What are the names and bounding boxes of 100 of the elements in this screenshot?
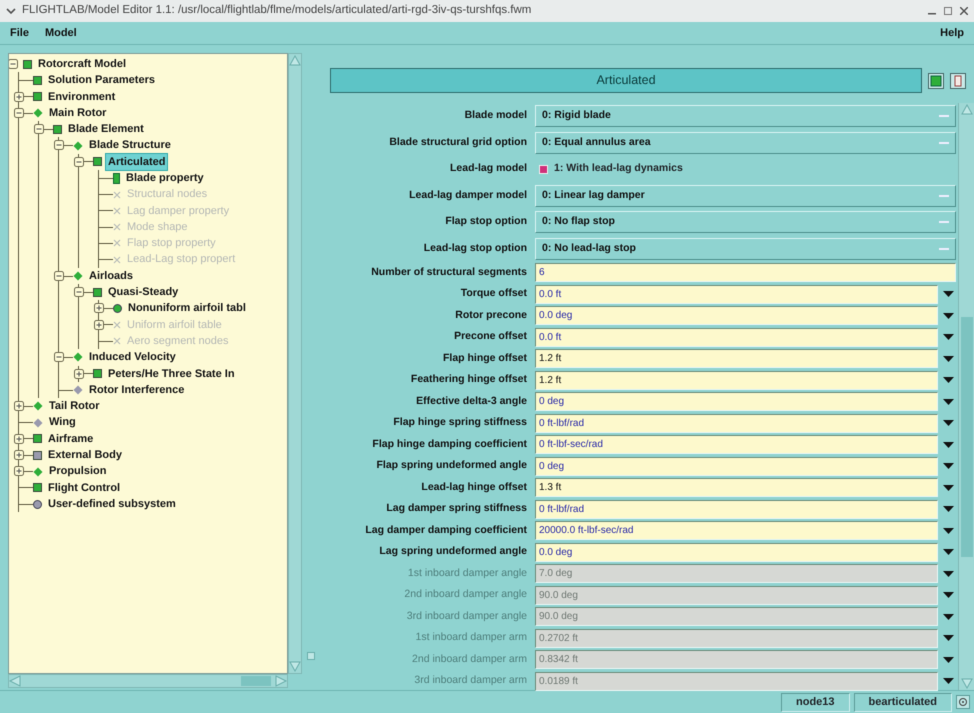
input-field[interactable]: 20000.0 ft-lbf-sec/rad <box>535 521 938 540</box>
expand-icon[interactable] <box>74 368 84 379</box>
document-icon[interactable] <box>950 72 966 88</box>
collapse-icon[interactable] <box>14 108 24 118</box>
input-field[interactable]: 0.0 ft <box>535 328 938 347</box>
tree-item[interactable]: Airframe <box>46 430 96 448</box>
dropdown-arrow-icon[interactable] <box>942 614 954 620</box>
input-field[interactable]: 0.0 deg <box>535 542 938 562</box>
option-label: 1: With lead-lag dynamics <box>554 161 683 176</box>
collapse-icon[interactable] <box>74 287 84 298</box>
field-label: Torque offset <box>460 286 528 302</box>
dropdown-arrow-icon[interactable] <box>942 442 954 448</box>
dropdown-arrow-icon[interactable] <box>942 635 954 642</box>
field-label: 2nd inboard damper arm <box>411 652 528 667</box>
scroll-thumb[interactable] <box>960 316 972 556</box>
tree-item[interactable]: Blade Element <box>66 121 146 138</box>
maximize-icon[interactable] <box>944 7 952 15</box>
expand-icon[interactable] <box>14 434 24 444</box>
dropdown-arrow-icon[interactable] <box>942 356 954 362</box>
tree-item[interactable]: Propulsion <box>47 463 108 480</box>
expand-icon[interactable] <box>14 450 24 460</box>
input-field[interactable]: 0 ft-lbf/rad <box>535 414 938 433</box>
scroll-thumb[interactable] <box>241 676 271 686</box>
window-title: FLIGHTLAB/Model Editor 1.1: /usr/local/flightlab/flme/models/articulated/arti-rgd-3iv-qs-turshfqs.fwm <box>22 3 532 18</box>
menu-item[interactable]: Model <box>44 24 77 42</box>
dropdown-arrow-icon[interactable] <box>942 592 954 598</box>
tree-item[interactable]: Quasi-Steady <box>106 284 180 301</box>
dropdown[interactable]: 0: Linear lag damper <box>535 184 956 207</box>
collapse-icon[interactable] <box>34 124 44 134</box>
dropdown[interactable]: 0: Equal annulus area <box>535 132 956 154</box>
tree-item[interactable]: Rotorcraft Model <box>36 56 128 72</box>
tree-item[interactable]: Articulated <box>106 154 168 170</box>
dropdown-arrow-icon[interactable] <box>942 528 954 534</box>
dropdown-arrow-icon[interactable] <box>942 506 954 512</box>
tree-item[interactable]: Tail Rotor <box>47 398 102 415</box>
horizontal-scrollbar[interactable] <box>8 674 288 688</box>
dropdown-arrow-icon[interactable] <box>942 549 954 556</box>
dropdown-arrow-icon[interactable] <box>942 377 954 384</box>
collapse-icon[interactable] <box>54 140 64 150</box>
tree-item[interactable]: Nonuniform airfoil tabl <box>126 300 248 317</box>
dropdown-arrow-icon[interactable] <box>942 463 954 470</box>
collapse-icon[interactable] <box>9 59 18 69</box>
resize-grip-icon[interactable] <box>956 695 970 709</box>
collapse-icon[interactable] <box>74 156 84 167</box>
tree-item[interactable]: Main Rotor <box>47 104 108 122</box>
tree-item[interactable]: Induced Velocity <box>87 349 178 366</box>
node-status-icon[interactable] <box>928 72 944 88</box>
dropdown-arrow-icon[interactable] <box>942 484 954 491</box>
dropdown[interactable]: 0: No flap stop <box>535 211 956 234</box>
tree-item[interactable]: Peters/He Three State In <box>106 366 237 382</box>
input-field[interactable]: 0 deg <box>535 456 938 476</box>
close-icon[interactable] <box>960 7 968 15</box>
menu-item[interactable]: File <box>10 24 29 42</box>
dropdown-arrow-icon[interactable] <box>942 678 954 684</box>
input-field[interactable]: 0.0 deg <box>535 306 938 326</box>
field-label: Effective delta-3 angle <box>415 394 528 409</box>
dropdown-arrow-icon[interactable] <box>942 398 954 405</box>
collapse-icon[interactable] <box>54 352 64 362</box>
dropdown-arrow-icon[interactable] <box>942 312 954 319</box>
menu-item[interactable]: Help <box>940 24 964 42</box>
input-field[interactable]: 1.2 ft <box>535 349 938 368</box>
dropdown-arrow-icon[interactable] <box>942 656 954 663</box>
input-field[interactable]: 0 ft-lbf/rad <box>535 500 938 519</box>
dropdown-arrow-icon[interactable] <box>942 420 954 426</box>
tree-item[interactable]: Blade Structure <box>87 137 173 154</box>
expand-icon[interactable] <box>14 92 24 102</box>
input-field[interactable]: 1.2 ft <box>535 370 938 390</box>
input-field[interactable]: 0 deg <box>535 392 938 412</box>
status-field: bearticulated <box>854 692 952 712</box>
dropdown-arrow-icon[interactable] <box>942 334 954 340</box>
tree-item[interactable]: External Body <box>46 447 124 464</box>
dropdown-arrow-icon[interactable] <box>942 570 954 577</box>
splitter-handle-icon[interactable] <box>307 652 315 660</box>
expand-icon[interactable] <box>94 303 104 314</box>
field-label: Lead-lag model <box>448 161 528 176</box>
expand-icon[interactable] <box>14 466 24 476</box>
field-label: 2nd inboard damper angle <box>403 587 528 602</box>
field-label: Blade structural grid option <box>388 134 528 150</box>
tree-item[interactable]: Solution Parameters <box>46 72 157 89</box>
tree-item[interactable]: Environment <box>46 88 118 105</box>
tree-item[interactable]: Flight Control <box>46 480 122 496</box>
input-field[interactable]: 0 ft-lbf-sec/rad <box>535 435 938 454</box>
tree-item[interactable]: Blade property <box>124 170 206 186</box>
tree-item[interactable]: Airloads <box>87 268 136 284</box>
tree-item[interactable]: Rotor Interference <box>87 382 186 398</box>
dropdown[interactable]: 0: Rigid blade <box>535 105 956 128</box>
field-label: Feathering hinge offset <box>410 372 528 388</box>
tree-item[interactable]: User-defined subsystem <box>46 496 178 512</box>
section-title: Articulated <box>330 68 922 93</box>
input-field[interactable]: 0.0 ft <box>535 284 938 304</box>
input-field[interactable]: 6 <box>535 263 956 282</box>
input-field[interactable]: 1.3 ft <box>535 478 938 498</box>
chevron-icon[interactable] <box>6 7 16 15</box>
dropdown[interactable]: 0: No lead-lag stop <box>535 238 956 260</box>
tree-item[interactable]: Wing <box>47 414 78 431</box>
toggle-checkbox[interactable] <box>539 164 548 174</box>
vertical-scrollbar[interactable] <box>958 103 974 690</box>
expand-icon[interactable] <box>14 401 24 412</box>
collapse-icon[interactable] <box>54 270 64 281</box>
dropdown-arrow-icon[interactable] <box>942 291 954 298</box>
